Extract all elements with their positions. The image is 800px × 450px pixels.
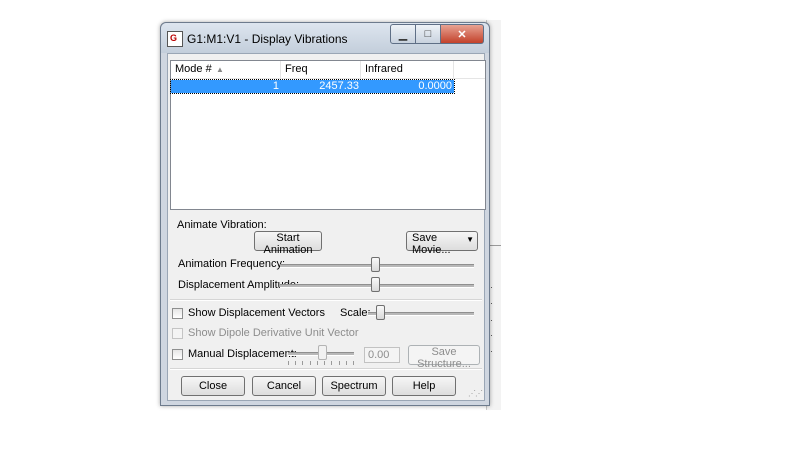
minimize-button[interactable]: ▁ [390,24,416,44]
spectrum-button[interactable]: Spectrum [322,376,386,396]
close-button[interactable]: Close [181,376,245,396]
scale-slider[interactable] [376,305,385,320]
cancel-button[interactable]: Cancel [252,376,316,396]
show-displacement-vectors-checkbox[interactable] [172,308,183,319]
background-glyph: · [490,298,493,308]
animation-frequency-slider[interactable] [371,257,380,272]
save-movie-button[interactable]: Save Movie... ▼ [406,231,478,256]
show-displacement-vectors-label: Show Displacement Vectors [188,307,325,319]
minimize-icon: ▁ [398,28,408,41]
save-movie-label: Save Movie... [412,232,451,256]
maximize-icon: □ [424,28,432,40]
cell-mode: 1 [272,80,279,92]
background-glyph: · [490,315,493,325]
manual-displacement-ticks [288,361,354,365]
help-button[interactable]: Help [392,376,456,396]
sort-up-icon: ▲ [216,65,224,74]
dropdown-arrow-icon: ▼ [466,235,474,244]
modes-table[interactable]: Mode # ▲ Freq Infrared 1 2457.33 0.0000 [170,60,486,210]
app-icon: G [167,31,183,47]
show-dipole-derivative-label: Show Dipole Derivative Unit Vector [188,327,359,339]
save-structure-button[interactable]: Save Structure... [408,345,480,370]
background-glyph: · [490,330,493,340]
maximize-button[interactable]: □ [416,24,441,44]
bottom-divider [170,368,482,370]
background-glyph: · [490,282,493,292]
manual-displacement-label: Manual Displacement: [188,348,297,360]
column-header-freq[interactable]: Freq [281,61,361,78]
manual-displacement-checkbox[interactable] [172,349,183,360]
manual-displacement-value[interactable] [364,347,400,363]
window-title: G1:M1:V1 - Display Vibrations [187,32,348,46]
dialog-client: Mode # ▲ Freq Infrared 1 2457.33 0.0000 … [167,53,486,401]
start-animation-button[interactable]: Start Animation [254,231,322,256]
show-dipole-derivative-checkbox[interactable] [172,328,183,339]
resize-grip-icon[interactable]: ⋰⋰ [468,389,483,398]
title-bar[interactable]: G G1:M1:V1 - Display Vibrations ▁ □ ✕ [161,23,489,53]
background-glyph: · [490,346,493,356]
animate-vibration-label: Animate Vibration: [177,219,267,231]
cell-infrared: 0.0000 [418,80,452,92]
scale-label: Scale: [340,307,371,319]
display-vibrations-window: G G1:M1:V1 - Display Vibrations ▁ □ ✕ Mo… [160,22,490,406]
displacement-amplitude-slider[interactable] [371,277,380,292]
table-row[interactable]: 1 2457.33 0.0000 [170,79,455,94]
manual-displacement-slider[interactable] [318,345,327,360]
cell-freq: 2457.33 [319,80,359,92]
close-window-button[interactable]: ✕ [441,24,484,44]
animation-frequency-label: Animation Frequency: [178,258,285,270]
section-divider [170,299,482,301]
close-icon: ✕ [457,28,467,41]
column-header-infrared[interactable]: Infrared [361,61,454,78]
table-header: Mode # ▲ Freq Infrared [171,61,485,79]
column-header-mode[interactable]: Mode # ▲ [171,61,281,78]
